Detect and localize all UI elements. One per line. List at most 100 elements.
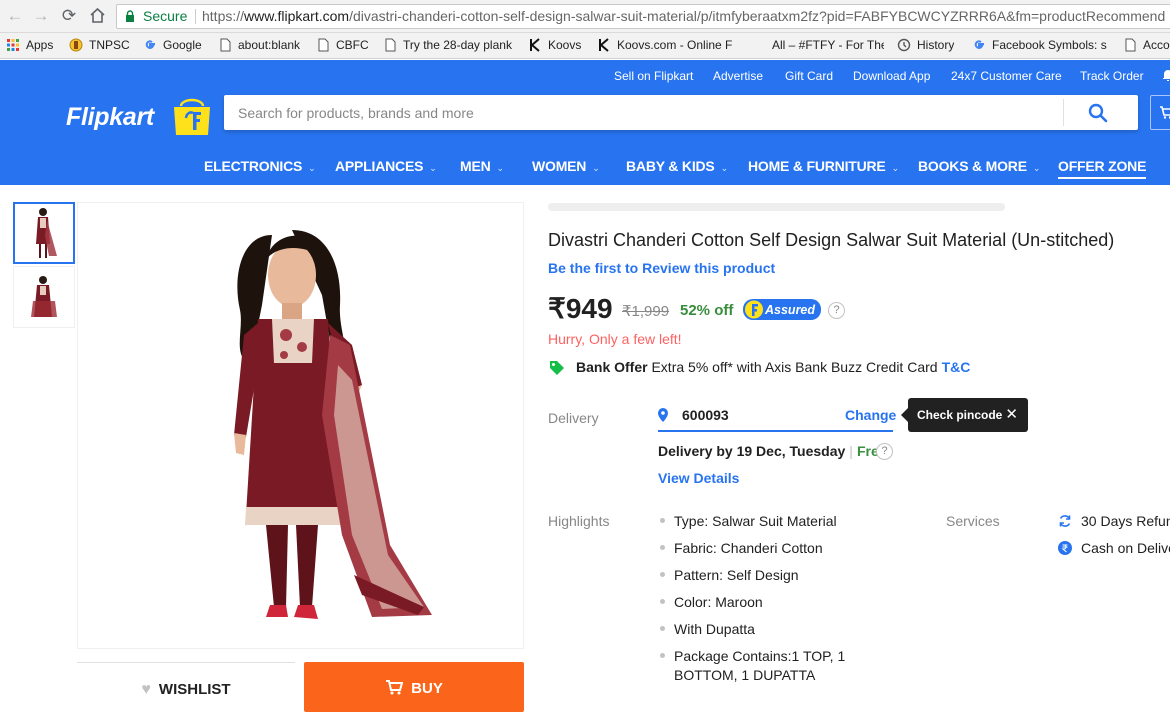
google-g-icon — [145, 40, 155, 49]
url-host: www.flipkart.com — [244, 8, 350, 24]
bookmark-plank[interactable]: Try the 28-day plank — [383, 33, 516, 59]
cart-button[interactable] — [1150, 95, 1170, 130]
view-details-link[interactable]: View Details — [658, 470, 739, 486]
forward-arrow-icon[interactable]: → — [32, 7, 50, 25]
product-mrp: ₹1,999 — [622, 303, 670, 320]
flipkart-logo[interactable]: Flipkart — [66, 103, 154, 132]
close-icon[interactable]: ✕ — [1005, 398, 1018, 432]
link-advertise[interactable]: Advertise — [713, 69, 763, 83]
link-track-order[interactable]: Track Order — [1080, 69, 1144, 83]
browser-address-bar: ← → ⟳ Secure https://www.flipkart.com/di… — [0, 0, 1170, 33]
check-pincode-tooltip: Check pincode ✕ — [901, 398, 1028, 432]
delivery-date-text: Delivery by 19 Dec, Tuesday — [658, 443, 846, 459]
location-pin-icon — [658, 408, 668, 422]
category-offer-zone[interactable]: OFFER ZONE — [1058, 158, 1146, 179]
highlights-list: Type: Salwar Suit Material Fabric: Chand… — [660, 512, 930, 693]
category-appliances[interactable]: APPLIANCES ⌄ — [335, 158, 437, 174]
link-download-app[interactable]: Download App — [853, 69, 930, 83]
discount-percent: 52% off — [680, 302, 734, 319]
back-arrow-icon[interactable]: ← — [6, 7, 24, 25]
link-gift-card[interactable]: Gift Card — [785, 69, 833, 83]
product-price: ₹949 — [548, 293, 613, 324]
bookmark-acco[interactable]: Acco — [1123, 33, 1170, 59]
category-electronics[interactable]: ELECTRONICS ⌄ — [204, 158, 316, 174]
product-main-image[interactable] — [77, 202, 524, 649]
page-icon — [385, 38, 396, 52]
highlight-item: With Dupatta — [660, 620, 930, 639]
bookmark-koovs[interactable]: Koovs — [528, 33, 581, 59]
notification-bell-icon[interactable] — [1161, 68, 1170, 82]
bookmark-label: about:blank — [238, 38, 301, 52]
bookmark-about-blank[interactable]: about:blank — [218, 33, 300, 59]
bookmark-label: History — [917, 38, 955, 52]
breadcrumb-placeholder — [548, 203, 1005, 211]
review-link[interactable]: Be the first to Review this product — [548, 260, 775, 276]
cart-icon — [386, 680, 404, 695]
assured-badge-icon[interactable]: Assured — [743, 299, 821, 320]
bookmark-ftfy[interactable]: All – #FTFY - For The — [752, 33, 884, 59]
help-icon[interactable]: ? — [828, 302, 845, 319]
google-g-icon — [974, 40, 984, 49]
offer-title: Bank Offer — [576, 359, 648, 375]
heart-icon: ♥ — [141, 681, 151, 698]
category-label: MEN — [460, 158, 491, 174]
rupee-coin-icon — [1058, 541, 1072, 555]
service-text: 30 Days Refund — [1081, 513, 1170, 529]
highlight-item: Color: Maroon — [660, 593, 930, 612]
flipkart-bag-icon[interactable] — [172, 98, 212, 136]
delivery-help-icon[interactable]: ? — [876, 443, 893, 460]
bookmark-label: Google — [163, 38, 202, 52]
category-baby-kids[interactable]: BABY & KIDS ⌄ — [626, 158, 728, 174]
search-input[interactable] — [238, 95, 1058, 130]
change-pincode-button[interactable]: Change — [845, 407, 896, 423]
tooltip-text: Check pincode — [917, 408, 1003, 422]
category-women[interactable]: WOMEN ⌄ — [532, 158, 600, 174]
buy-button[interactable]: BUY — [304, 662, 524, 712]
url-scheme: https:// — [202, 8, 245, 24]
pincode-input[interactable] — [682, 400, 832, 430]
search-icon[interactable] — [1088, 103, 1108, 123]
offer-tc-link[interactable]: T&C — [942, 359, 971, 375]
chevron-down-icon: ⌄ — [429, 163, 437, 173]
cart-icon — [1160, 106, 1170, 119]
category-books-more[interactable]: BOOKS & MORE ⌄ — [918, 158, 1040, 174]
bookmark-cbfc[interactable]: CBFC — [316, 33, 369, 59]
search-bar — [224, 95, 1138, 130]
home-icon[interactable] — [88, 7, 106, 25]
url-field[interactable]: Secure https://www.flipkart.com/divastri… — [116, 4, 1170, 29]
bookmark-history[interactable]: History — [897, 33, 954, 59]
link-customer-care[interactable]: 24x7 Customer Care — [951, 69, 1062, 83]
chevron-down-icon: ⌄ — [1032, 163, 1041, 173]
salwar-suit-model-image — [234, 230, 432, 619]
category-label: APPLIANCES — [335, 158, 424, 174]
category-label: HOME & FURNITURE — [748, 158, 886, 174]
koovs-k-icon — [599, 38, 609, 52]
url-path: /divastri-chanderi-cotton-self-design-sa… — [349, 8, 1166, 24]
delivery-date: Delivery by 19 Dec, Tuesday | Free — [658, 443, 887, 459]
bookmark-label: TNPSC — [89, 38, 130, 52]
secure-label: Secure — [143, 8, 188, 24]
product-thumbnail-2[interactable] — [13, 266, 75, 328]
wishlist-button[interactable]: ♥ WISHLIST — [77, 662, 295, 712]
reload-icon[interactable]: ⟳ — [60, 7, 78, 25]
bookmark-label: Acco — [1143, 38, 1170, 52]
apps-grid-icon — [7, 39, 19, 51]
bookmark-facebook-symbols[interactable]: Facebook Symbols: s — [972, 33, 1109, 59]
bookmark-tnpsc[interactable]: TNPSC — [69, 33, 130, 59]
offer-text: Extra 5% off* with Axis Bank Buzz Credit… — [651, 359, 938, 375]
thumbnail-image — [36, 208, 57, 258]
url-divider — [195, 9, 196, 24]
chevron-down-icon: ⌄ — [891, 163, 900, 173]
product-thumbnail-1[interactable] — [13, 202, 75, 264]
category-home-furniture[interactable]: HOME & FURNITURE ⌄ — [748, 158, 899, 174]
highlight-item: Package Contains:1 TOP, 1 BOTTOM, 1 DUPA… — [660, 647, 910, 685]
bookmark-koovs-online[interactable]: Koovs.com - Online F — [597, 33, 733, 59]
bookmark-apps[interactable]: Apps — [6, 33, 53, 59]
bookmark-google[interactable]: Google — [143, 33, 202, 59]
chevron-down-icon: ⌄ — [592, 163, 600, 173]
highlight-item: Pattern: Self Design — [660, 566, 930, 585]
link-sell-on-flipkart[interactable]: Sell on Flipkart — [614, 69, 693, 83]
category-men[interactable]: MEN ⌄ — [460, 158, 504, 174]
highlight-item: Type: Salwar Suit Material — [660, 512, 930, 531]
url-text: https://www.flipkart.com/divastri-chande… — [202, 5, 1165, 28]
